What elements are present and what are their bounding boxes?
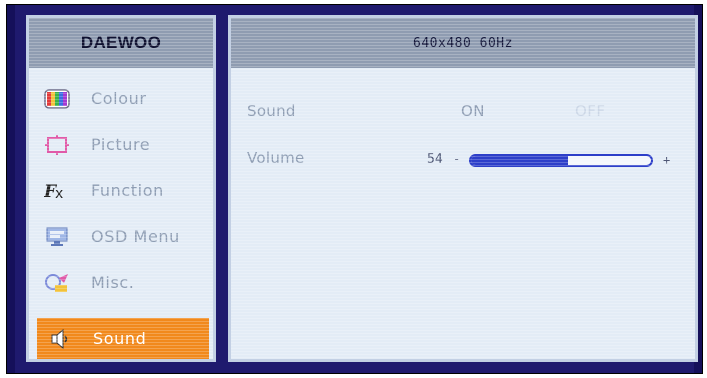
sound-settings-panel: 640x480 60Hz Sound ON OFF Volume 54 - +	[228, 15, 698, 362]
picture-frame-icon	[43, 134, 71, 156]
menu-item-label: Misc.	[91, 273, 135, 292]
monitor-osd-frame: DAEWOO Colour Picture F x Function OSD M…	[6, 4, 703, 374]
svg-text:x: x	[55, 186, 63, 202]
volume-slider-fill	[471, 156, 569, 165]
volume-label: Volume	[247, 149, 305, 167]
menu-item-function[interactable]: F x Function	[35, 170, 207, 211]
osd-menu: Colour Picture F x Function OSD Menu Mis…	[29, 68, 213, 359]
menu-item-osd-menu[interactable]: OSD Menu	[35, 216, 207, 257]
sound-on-option[interactable]: ON	[461, 102, 485, 120]
resolution-header: 640x480 60Hz	[231, 18, 695, 68]
osd-menu-panel: DAEWOO Colour Picture F x Function OSD M…	[26, 15, 216, 362]
sound-off-option[interactable]: OFF	[575, 102, 606, 120]
menu-item-label: Colour	[91, 89, 147, 108]
volume-plus[interactable]: +	[663, 153, 670, 167]
brand-header: DAEWOO	[29, 18, 213, 68]
volume-slider[interactable]	[469, 154, 653, 167]
bezel-left	[7, 5, 15, 373]
menu-item-sound[interactable]: Sound	[37, 318, 209, 359]
osd-menu-icon	[43, 226, 71, 248]
colour-bars-icon	[43, 88, 71, 110]
function-fx-icon: F x	[43, 180, 71, 202]
speaker-icon	[45, 328, 73, 350]
volume-minus[interactable]: -	[453, 152, 460, 166]
menu-item-misc[interactable]: Misc.	[35, 262, 207, 303]
menu-item-label: Picture	[91, 135, 151, 154]
menu-item-colour[interactable]: Colour	[35, 78, 207, 119]
resolution-status: 640x480 60Hz	[413, 35, 513, 51]
menu-item-label: Sound	[93, 329, 147, 348]
brand-logo-text: DAEWOO	[80, 33, 162, 52]
menu-item-picture[interactable]: Picture	[35, 124, 207, 165]
menu-item-label: Function	[91, 181, 164, 200]
menu-item-label: OSD Menu	[91, 227, 180, 246]
sound-label: Sound	[247, 102, 296, 120]
volume-value: 54	[427, 152, 443, 167]
misc-icon	[43, 272, 71, 294]
